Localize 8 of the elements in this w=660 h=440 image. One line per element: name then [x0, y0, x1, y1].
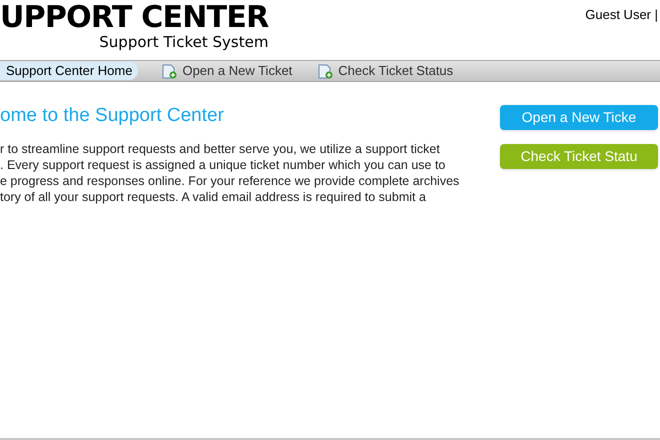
user-label: Guest User |: [585, 6, 659, 24]
subtitle: Support Ticket System: [99, 34, 268, 50]
nav-tab[interactable]: Check Ticket Status: [316, 62, 456, 80]
nav-tab[interactable]: Open a New Ticket: [160, 62, 294, 80]
intro-paragraph: r to streamline support requests and better serve you, we utilize a support ticket . Every support request is assigned a unique ticket number which you can use to e progress and responses online. For your reference we provide complete archives tory of all your support requests. A valid email address is required to submit a: [0, 140, 460, 204]
logo-text: UPPORT CENTER: [0, 2, 268, 34]
nav-tab[interactable]: Support Center Home: [0, 62, 138, 80]
page-title: ome to the Support Center: [0, 104, 225, 128]
